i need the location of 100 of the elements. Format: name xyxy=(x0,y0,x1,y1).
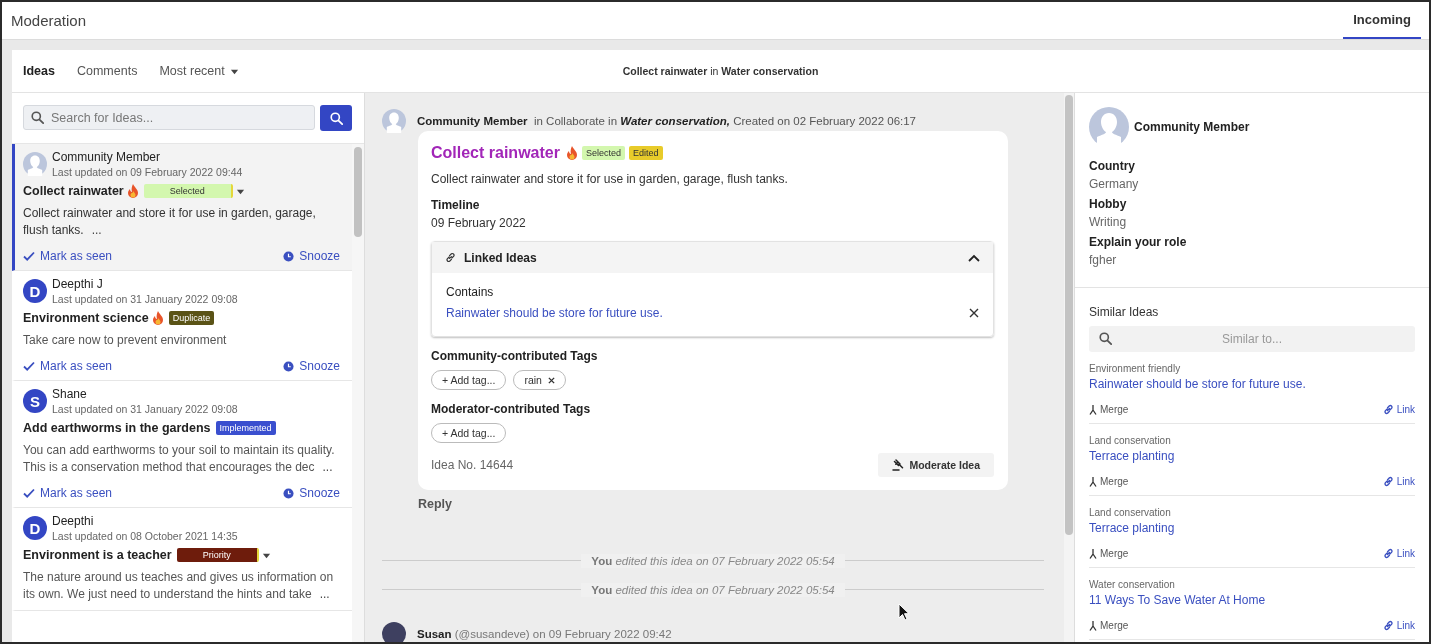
similar-idea-link[interactable]: Rainwater should be store for future use. xyxy=(1089,377,1306,391)
mark-as-seen-link[interactable]: Mark as seen xyxy=(23,486,113,500)
paperclip-icon xyxy=(1382,404,1394,415)
updated-date: Last updated on 09 February 2022 09:44 xyxy=(52,166,243,178)
remove-icon[interactable] xyxy=(547,376,555,384)
link-button[interactable]: Link xyxy=(1382,548,1415,559)
tab[interactable]: Ideas xyxy=(23,64,55,78)
merge-icon xyxy=(1089,404,1097,415)
idea-category: Environment friendly xyxy=(1089,363,1182,374)
snooze-link[interactable]: Snooze xyxy=(283,486,340,500)
avatar: D xyxy=(23,279,47,303)
member-name: Community Member xyxy=(1134,120,1250,134)
clock-icon xyxy=(283,487,295,499)
avatar-icon xyxy=(382,109,406,133)
panel-title: Linked Ideas xyxy=(464,250,538,265)
relation-label: Contains xyxy=(446,285,494,299)
close-icon[interactable] xyxy=(969,308,979,318)
updated-date: Last updated on 31 January 2022 09:08 xyxy=(52,293,238,305)
snooze-link[interactable]: Snooze xyxy=(283,249,340,263)
merge-button[interactable]: Merge xyxy=(1089,548,1129,559)
link-icon xyxy=(445,252,456,263)
tag-chip: rain xyxy=(513,370,566,390)
idea-category: Land conservation xyxy=(1089,507,1172,518)
clock-icon xyxy=(283,250,295,262)
link-button[interactable]: Link xyxy=(1382,476,1415,487)
similar-idea-link[interactable]: Terrace planting xyxy=(1089,449,1175,463)
add-tag-button[interactable]: + Add tag... xyxy=(431,423,507,443)
merge-icon xyxy=(1089,620,1097,631)
idea-summary: You can add earthworms to your soil to maintain its quality. This is a conservation method that encourages the dec ... xyxy=(23,442,336,476)
check-icon xyxy=(23,487,35,499)
author-name: Deepthi J xyxy=(52,277,104,291)
reply-link[interactable]: Reply xyxy=(418,497,453,511)
idea-number: Idea No. 14644 xyxy=(431,458,514,472)
idea-title: Environment is a teacher xyxy=(23,548,172,562)
field-value: Germany xyxy=(1089,177,1140,191)
link-button[interactable]: Link xyxy=(1382,404,1415,415)
idea-title: Add earthworms in the gardens xyxy=(23,421,211,435)
field-label: Explain your role xyxy=(1089,235,1188,249)
scrollbar[interactable] xyxy=(352,144,364,642)
paperclip-icon xyxy=(1382,620,1394,631)
search-button[interactable] xyxy=(320,105,352,131)
avatar-icon xyxy=(23,152,47,176)
similar-search-field[interactable]: Similar to... xyxy=(1089,326,1415,352)
status-badge: Priority xyxy=(176,548,259,562)
check-icon xyxy=(23,250,35,262)
mouse-pointer-icon xyxy=(898,603,910,621)
paperclip-icon xyxy=(1382,476,1394,487)
snooze-link[interactable]: Snooze xyxy=(283,359,340,373)
status-badge: Implemented xyxy=(215,421,276,435)
author-name: Deepthi xyxy=(52,514,95,528)
merge-icon xyxy=(1089,548,1097,559)
merge-button[interactable]: Merge xyxy=(1089,476,1129,487)
updated-date: Last updated on 08 October 2021 14:35 xyxy=(52,530,238,542)
idea-category: Land conservation xyxy=(1089,435,1172,446)
check-icon xyxy=(23,360,35,372)
avatar: S xyxy=(23,389,47,413)
similar-idea-link[interactable]: Terrace planting xyxy=(1089,521,1175,535)
search-field[interactable]: Search for Ideas... xyxy=(23,105,315,130)
idea-title: Collect rainwater xyxy=(23,184,124,198)
field-label: Hobby xyxy=(1089,197,1128,211)
mark-as-seen-link[interactable]: Mark as seen xyxy=(23,249,113,263)
author-name: Shane xyxy=(52,387,88,401)
idea-list-item[interactable]: D Deepthi J Last updated on 31 January 2022 09:08 Environment science Duplicate Take care now to prevent environment Mark as seen Snooze xyxy=(12,271,352,381)
sort-dropdown[interactable]: Most recent xyxy=(159,64,239,78)
mark-as-seen-link[interactable]: Mark as seen xyxy=(23,359,113,373)
linked-idea-link[interactable]: Rainwater should be store for future use. xyxy=(446,306,663,320)
tags-label: Moderator-contributed Tags xyxy=(431,402,592,416)
idea-list-item[interactable]: Community Member Last updated on 09 February 2022 09:44 Collect rainwater Selected Collect rainwater and store it for use in garden, garage, flush tanks. ... Mark as seen Snooze xyxy=(12,144,352,271)
moderate-idea-button[interactable]: Moderate Idea xyxy=(878,453,994,477)
gavel-icon xyxy=(892,459,905,471)
idea-category: Water conservation xyxy=(1089,579,1176,590)
idea-list-item[interactable]: D Deepthi Last updated on 08 October 2021 14:35 Environment is a teacher Priority The nature around us teaches and gives us information on its own. We just need to understand the hints and take ... xyxy=(12,508,352,611)
add-tag-button[interactable]: + Add tag... xyxy=(431,370,507,390)
idea-summary: Collect rainwater and store it for use in garden, garage, flush tanks. ... xyxy=(23,205,317,239)
avatar-icon xyxy=(1089,107,1129,147)
timeline-label: Timeline xyxy=(431,198,481,212)
chevron-up-icon[interactable] xyxy=(968,253,980,262)
scrollbar[interactable] xyxy=(1064,93,1074,642)
idea-summary: The nature around us teaches and gives us information on its own. We just need to understand the hints and take ... xyxy=(23,569,335,603)
idea-summary: Take care now to prevent environment xyxy=(23,332,228,349)
status-badge: Selected xyxy=(143,184,233,198)
page-title: Moderation xyxy=(10,12,87,29)
status-badge: Selected xyxy=(581,146,625,160)
search-icon xyxy=(1099,332,1112,345)
idea-title: Collect rainwater xyxy=(431,144,560,162)
merge-icon xyxy=(1089,476,1097,487)
status-badge: Duplicate xyxy=(168,311,215,325)
similar-idea-link[interactable]: 11 Ways To Save Water At Home xyxy=(1089,593,1266,607)
idea-description: Collect rainwater and store it for use in garden, garage, flush tanks. xyxy=(431,172,789,186)
tags-label: Community-contributed Tags xyxy=(431,349,599,363)
search-icon xyxy=(31,111,44,124)
section-title: Similar Ideas xyxy=(1089,305,1159,319)
link-button[interactable]: Link xyxy=(1382,620,1415,631)
context-title: Collect rainwater in Water conservation xyxy=(622,65,819,77)
field-value: Writing xyxy=(1089,215,1128,229)
merge-button[interactable]: Merge xyxy=(1089,404,1129,415)
merge-button[interactable]: Merge xyxy=(1089,620,1129,631)
idea-title: Environment science xyxy=(23,311,149,325)
tab[interactable]: Comments xyxy=(76,64,138,78)
clock-icon xyxy=(283,360,295,372)
